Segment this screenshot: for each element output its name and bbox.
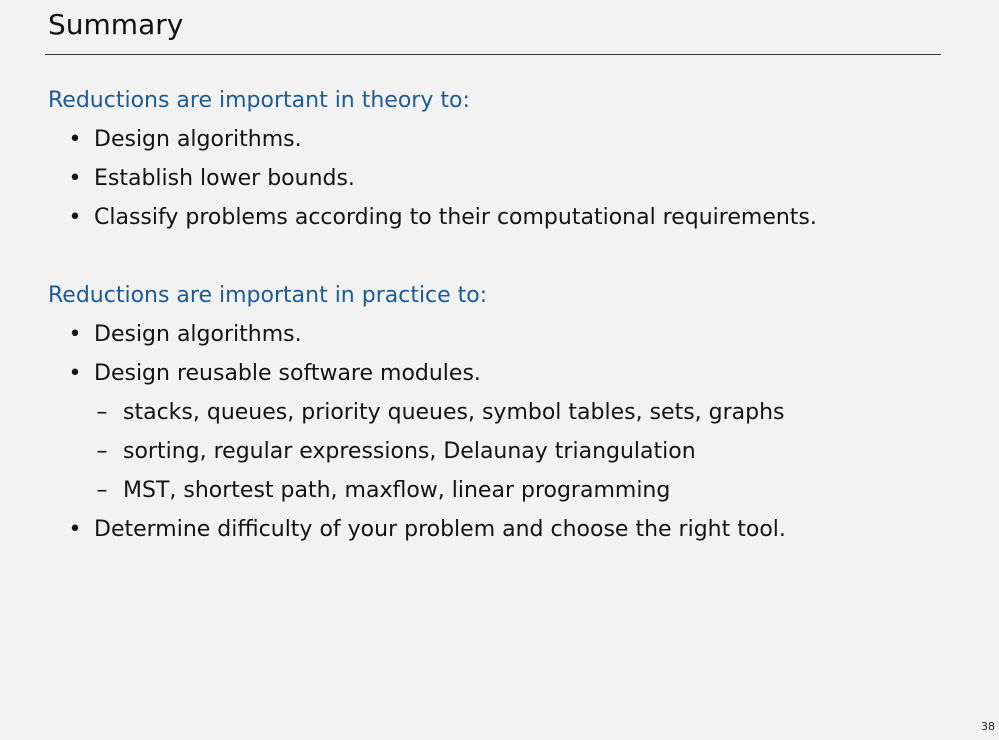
sub-bullet-data-structures: – stacks, queues, priority queues, symbo… <box>48 398 786 428</box>
bullet-text: Design algorithms. <box>94 127 302 152</box>
theory-bullet-lower-bounds: • Establish lower bounds. <box>48 164 817 194</box>
practice-bullet-reusable-modules: • Design reusable software modules. <box>48 359 786 389</box>
practice-bullet-determine-difficulty: • Determine difficulty of your problem a… <box>48 515 786 545</box>
bullet-text: Determine difficulty of your problem and… <box>94 517 786 542</box>
practice-sub-list: – stacks, queues, priority queues, symbo… <box>48 398 786 506</box>
bullet-marker: • <box>68 517 82 542</box>
sub-bullet-graph-algorithms: – MST, shortest path, maxflow, linear pr… <box>48 476 786 506</box>
bullet-marker: • <box>68 322 82 347</box>
practice-bullet-list-continued: • Determine difficulty of your problem a… <box>48 515 786 545</box>
dash-marker: – <box>96 400 108 425</box>
sub-bullet-sorting: – sorting, regular expressions, Delaunay… <box>48 437 786 467</box>
theory-heading: Reductions are important in theory to: <box>48 88 470 113</box>
bullet-text: Establish lower bounds. <box>94 166 355 191</box>
practice-bullet-design-algorithms: • Design algorithms. <box>48 320 786 350</box>
bullet-marker: • <box>68 205 82 230</box>
slide: Summary Reductions are important in theo… <box>0 0 999 740</box>
bullet-marker: • <box>68 127 82 152</box>
theory-bullet-design-algorithms: • Design algorithms. <box>48 125 817 155</box>
slide-title: Summary <box>48 8 184 41</box>
theory-bullet-list: • Design algorithms. • Establish lower b… <box>48 125 817 233</box>
bullet-text: Design algorithms. <box>94 322 302 347</box>
bullet-text: Design reusable software modules. <box>94 361 481 386</box>
sub-bullet-text: stacks, queues, priority queues, symbol … <box>123 400 785 425</box>
theory-bullet-classify-problems: • Classify problems according to their c… <box>48 203 817 233</box>
practice-section: Reductions are important in practice to:… <box>48 281 786 554</box>
title-divider <box>45 54 941 55</box>
dash-marker: – <box>96 439 108 464</box>
dash-marker: – <box>96 478 108 503</box>
sub-bullet-text: sorting, regular expressions, Delaunay t… <box>123 439 696 464</box>
bullet-marker: • <box>68 361 82 386</box>
sub-bullet-text: MST, shortest path, maxflow, linear prog… <box>123 478 671 503</box>
theory-section: Reductions are important in theory to: •… <box>48 86 817 242</box>
bullet-text: Classify problems according to their com… <box>94 205 817 230</box>
page-number: 38 <box>981 720 995 733</box>
bullet-marker: • <box>68 166 82 191</box>
practice-bullet-list: • Design algorithms. • Design reusable s… <box>48 320 786 389</box>
practice-heading: Reductions are important in practice to: <box>48 283 488 308</box>
